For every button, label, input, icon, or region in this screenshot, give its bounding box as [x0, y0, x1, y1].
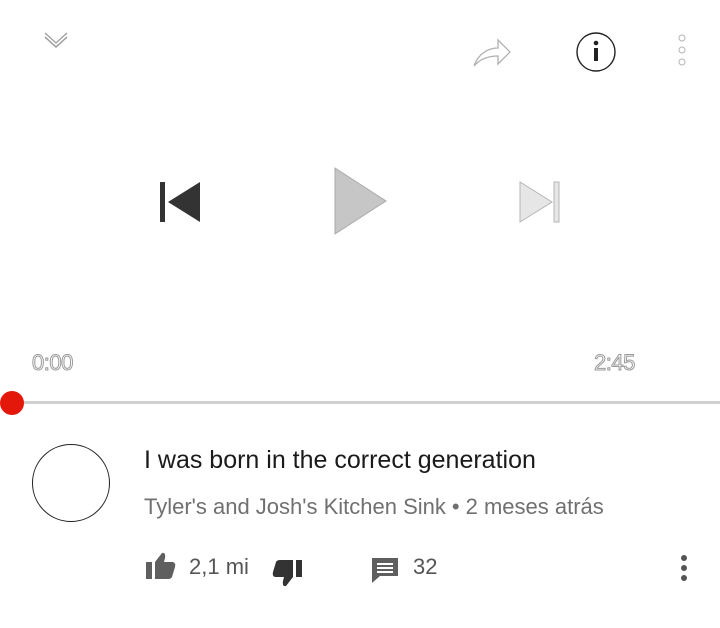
- video-title: I was born in the correct generation: [144, 446, 536, 474]
- collapse-button[interactable]: [40, 30, 72, 54]
- comments-button[interactable]: [370, 556, 400, 584]
- next-button[interactable]: [516, 180, 562, 224]
- more-options-button[interactable]: [674, 32, 690, 72]
- comment-count: 32: [413, 554, 438, 579]
- thumbs-up-icon: [146, 552, 176, 579]
- info-icon: [576, 32, 616, 72]
- play-button[interactable]: [333, 166, 389, 236]
- previous-button[interactable]: [158, 180, 204, 224]
- more-vert-icon: [681, 555, 687, 581]
- comment-icon: [372, 558, 398, 583]
- share-icon: [473, 38, 511, 67]
- play-icon: [334, 167, 387, 235]
- skip-next-icon: [519, 181, 560, 223]
- video-meta: Tyler's and Josh's Kitchen Sink • 2 meses …: [144, 494, 604, 520]
- upload-age: 2 meses atrás: [465, 494, 604, 519]
- video-more-button[interactable]: [676, 554, 692, 584]
- seek-bar[interactable]: [12, 401, 720, 404]
- seek-handle[interactable]: [0, 391, 24, 415]
- channel-name[interactable]: Tyler's and Josh's Kitchen Sink: [144, 494, 446, 519]
- chevron-down-icon: [44, 32, 68, 49]
- like-count: 2,1 mi: [189, 554, 249, 579]
- channel-avatar[interactable]: [32, 444, 110, 522]
- thumbs-down-icon: [272, 560, 302, 587]
- meta-separator: •: [451, 494, 460, 519]
- total-time: 2:45: [594, 350, 636, 376]
- skip-previous-icon: [160, 182, 200, 222]
- like-button[interactable]: [144, 551, 178, 581]
- dislike-button[interactable]: [270, 558, 304, 588]
- more-vert-icon: [678, 34, 686, 66]
- current-time: 0:00: [32, 350, 74, 376]
- share-button[interactable]: [470, 34, 514, 70]
- info-button[interactable]: [574, 30, 618, 74]
